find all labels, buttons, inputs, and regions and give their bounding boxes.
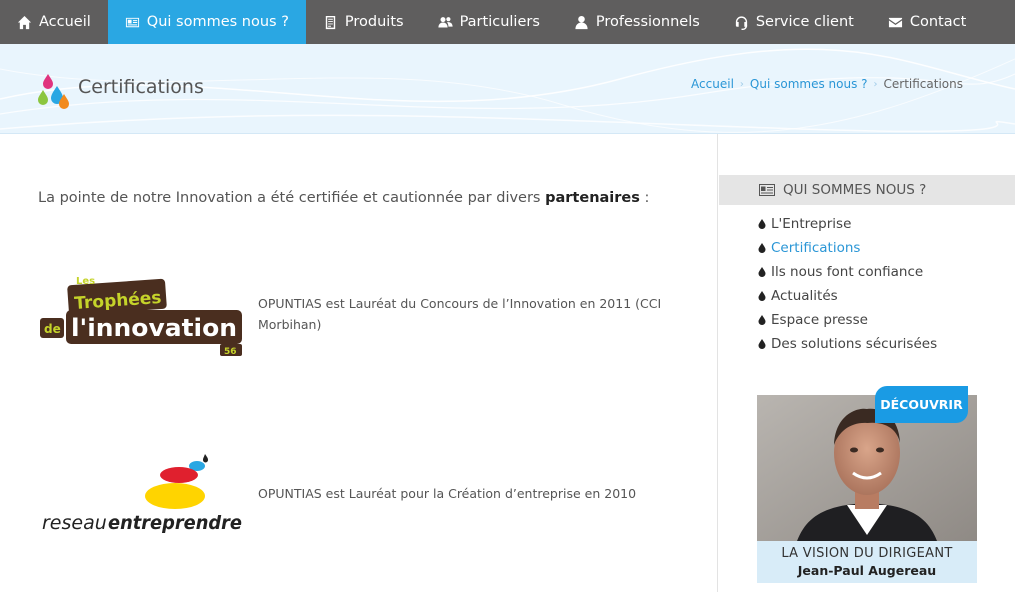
nav-item-label: Professionnels	[595, 14, 700, 30]
nav-item-accueil[interactable]: Accueil	[0, 0, 108, 44]
sidebar-item-label: Actualités	[771, 288, 838, 304]
reseau-entreprendre-logo: reseau entreprendre	[42, 454, 242, 534]
sidebar-item-certifications[interactable]: Certifications	[758, 236, 937, 260]
logo-text-les: Les	[76, 276, 95, 287]
logo-text-innovation: l'innovation	[71, 314, 237, 342]
nav-item-label: Contact	[909, 14, 967, 30]
breadcrumb-separator-icon: ›	[739, 78, 744, 90]
envelope-icon	[888, 17, 902, 27]
sidebar-heading-label: QUI SOMMES NOUS ?	[783, 182, 927, 198]
sidebar-menu: L'Entreprise Certifications Ils nous fon…	[758, 212, 937, 356]
sidebar-item-actualites[interactable]: Actualités	[758, 284, 937, 308]
intro-paragraph: La pointe de notre Innovation a été cert…	[38, 190, 649, 206]
id-card-icon	[759, 184, 775, 196]
cert-text: OPUNTIAS est Lauréat pour la Création d’…	[258, 486, 637, 501]
drop-bullet-icon	[758, 267, 766, 277]
nav-item-label: Produits	[344, 14, 404, 30]
sidebar-item-label: Ils nous font confiance	[771, 264, 924, 280]
sidebar-item-espace-presse[interactable]: Espace presse	[758, 308, 937, 332]
page-title: Certifications	[78, 76, 204, 98]
discover-button[interactable]: DÉCOUVRIR	[875, 386, 968, 423]
sidebar-item-label: Des solutions sécurisées	[771, 336, 938, 352]
drop-bullet-icon	[758, 315, 766, 325]
breadcrumb-current: Certifications	[883, 77, 963, 91]
breadcrumb-link-accueil[interactable]: Accueil	[691, 77, 734, 91]
breadcrumb-link-qui-sommes-nous[interactable]: Qui sommes nous ?	[750, 77, 868, 91]
nav-item-label: Particuliers	[459, 14, 540, 30]
nav-item-service-client[interactable]: Service client	[717, 0, 871, 44]
sidebar-item-solutions[interactable]: Des solutions sécurisées	[758, 332, 937, 356]
nav-item-qui-sommes-nous[interactable]: Qui sommes nous ?	[107, 0, 306, 44]
logo-text-reseau: reseau	[42, 512, 107, 534]
home-icon	[17, 15, 32, 29]
logo-text-entreprendre: entreprendre	[108, 512, 242, 534]
intro-text: La pointe de notre Innovation a été cert…	[38, 190, 541, 206]
nav-item-label: Qui sommes nous ?	[146, 14, 289, 30]
drop-bullet-icon	[758, 243, 766, 253]
trophees-innovation-logo: Les Trophées de l'innovation 56	[40, 276, 242, 357]
breadcrumb-separator-icon: ›	[873, 78, 878, 90]
document-icon	[325, 15, 336, 29]
sidebar-heading: QUI SOMMES NOUS ?	[719, 175, 1015, 205]
cert-text: OPUNTIAS est Lauréat du Concours de l’In…	[258, 296, 662, 332]
logo-drops-icon	[38, 74, 69, 109]
nav-item-particuliers[interactable]: Particuliers	[421, 0, 557, 44]
id-card-icon	[125, 17, 139, 27]
sidebar-item-label: Certifications	[771, 240, 861, 256]
top-navigation: Accueil Qui sommes nous ? Produits Parti…	[0, 0, 1015, 44]
nav-item-label: Accueil	[39, 14, 91, 30]
page-banner: Certifications Accueil › Qui sommes nous…	[0, 44, 1015, 134]
nav-item-produits[interactable]: Produits	[306, 0, 421, 44]
sidebar-item-entreprise[interactable]: L'Entreprise	[758, 212, 937, 236]
drop-bullet-icon	[758, 339, 766, 349]
card-caption-title: LA VISION DU DIRIGEANT	[781, 546, 953, 561]
users-icon	[437, 16, 453, 27]
logo-text-56: 56	[224, 347, 237, 357]
drop-bullet-icon	[758, 291, 766, 301]
drop-bullet-icon	[758, 219, 766, 229]
nav-item-professionnels[interactable]: Professionnels	[557, 0, 717, 44]
user-icon	[575, 15, 588, 29]
card-caption-name: Jean-Paul Augereau	[797, 563, 937, 578]
nav-item-contact[interactable]: Contact	[871, 0, 983, 44]
nav-item-label: Service client	[755, 14, 854, 30]
sidebar-item-label: L'Entreprise	[771, 216, 852, 232]
sidebar-item-label: Espace presse	[771, 312, 868, 328]
sidebar-item-confiance[interactable]: Ils nous font confiance	[758, 260, 937, 284]
headset-icon	[735, 15, 748, 30]
logo-text-de: de	[44, 322, 61, 336]
intro-end: :	[639, 190, 650, 206]
breadcrumb: Accueil › Qui sommes nous ? › Certificat…	[691, 77, 963, 91]
director-vision-card[interactable]: LA VISION DU DIRIGEANT Jean-Paul Augerea…	[757, 395, 977, 583]
intro-bold-word: partenaires	[545, 190, 640, 206]
